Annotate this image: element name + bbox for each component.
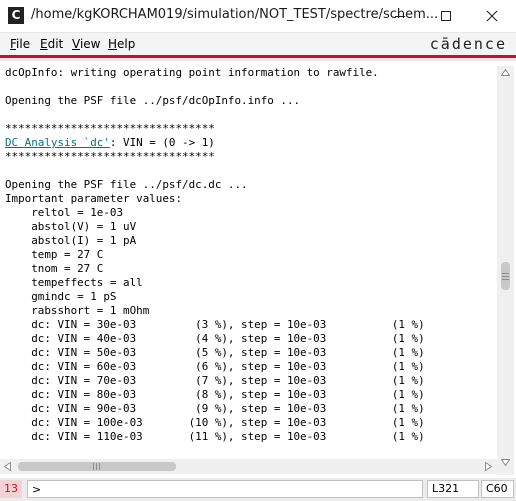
log-line: dc: VIN = 100e-03 (10 %), step = 10e-03 … bbox=[5, 416, 425, 429]
grip-line bbox=[502, 273, 509, 274]
minimize-button[interactable] bbox=[377, 0, 423, 32]
cadence-logo: cādence bbox=[429, 35, 507, 53]
log-line: ******************************** bbox=[5, 150, 215, 163]
log-line: abstol(V) = 1 uV bbox=[5, 220, 137, 233]
maximize-button[interactable] bbox=[423, 0, 469, 32]
title-bar: C /home/kgKORCHAM019/simulation/NOT_TEST… bbox=[0, 0, 516, 33]
log-line: abstol(I) = 1 pA bbox=[5, 234, 137, 247]
menu-view-mnemonic: V bbox=[72, 37, 80, 51]
log-line: tempeffects = all bbox=[5, 276, 143, 289]
log-line: ******************************** bbox=[5, 122, 215, 135]
log-line: dc: VIN = 50e-03 (5 %), step = 10e-03 (1… bbox=[5, 346, 425, 359]
close-button[interactable] bbox=[469, 0, 515, 32]
log-line: temp = 27 C bbox=[5, 248, 104, 261]
log-line: rabsshort = 1 mOhm bbox=[5, 304, 150, 317]
log-line: dc: VIN = 40e-03 (4 %), step = 10e-03 (1… bbox=[5, 332, 425, 345]
toolbar-divider bbox=[0, 58, 516, 61]
log-line: : VIN = (0 -> 1) bbox=[109, 136, 215, 149]
log-line: dcOpInfo: writing operating point inform… bbox=[5, 66, 379, 79]
log-line: Important parameter values: bbox=[5, 192, 183, 205]
menu-view-label: iew bbox=[79, 37, 101, 51]
menu-edit-mnemonic: E bbox=[40, 37, 48, 51]
menu-edit-label: dit bbox=[47, 37, 64, 51]
menu-bar: File Edit View Help cādence bbox=[0, 33, 516, 55]
maximize-icon bbox=[441, 11, 451, 21]
log-line: dc: VIN = 90e-03 (9 %), step = 10e-03 (1… bbox=[5, 402, 425, 415]
log-line: reltol = 1e-03 bbox=[5, 206, 124, 219]
log-output[interactable]: dcOpInfo: writing operating point inform… bbox=[0, 66, 497, 459]
log-line: dc: VIN = 60e-03 (6 %), step = 10e-03 (1… bbox=[5, 360, 425, 373]
log-line: Opening the PSF file ../psf/dcOpInfo.inf… bbox=[5, 94, 301, 107]
menu-help[interactable]: Help bbox=[108, 37, 135, 51]
cadence-c-icon[interactable]: C bbox=[8, 7, 24, 24]
log-line: dc: VIN = 30e-03 (3 %), step = 10e-03 (1… bbox=[5, 318, 425, 331]
scroll-right-icon[interactable] bbox=[485, 462, 492, 471]
column-position: C60 bbox=[481, 480, 514, 498]
menu-edit[interactable]: Edit bbox=[40, 37, 63, 51]
log-line: dc: VIN = 70e-03 (7 %), step = 10e-03 (1… bbox=[5, 374, 425, 387]
command-input[interactable]: > bbox=[27, 480, 423, 498]
grip-line bbox=[93, 463, 94, 470]
horizontal-scroll-thumb[interactable] bbox=[18, 462, 176, 471]
grip-line bbox=[502, 279, 509, 280]
grip-line bbox=[99, 463, 100, 470]
menu-help-mnemonic: H bbox=[108, 37, 118, 51]
scroll-up-icon[interactable] bbox=[501, 69, 510, 76]
menu-file-label: ile bbox=[16, 37, 31, 51]
minimize-icon bbox=[395, 16, 405, 17]
log-text: dcOpInfo: writing operating point inform… bbox=[0, 66, 497, 444]
scroll-down-icon[interactable] bbox=[501, 459, 510, 466]
dc-analysis-link[interactable]: DC Analysis `dc' bbox=[5, 136, 110, 149]
line-number-badge: 13 bbox=[0, 480, 22, 498]
close-icon bbox=[486, 10, 498, 22]
log-line: tnom = 27 C bbox=[5, 262, 104, 275]
grip-line bbox=[96, 463, 97, 470]
log-line: dc: VIN = 80e-03 (8 %), step = 10e-03 (1… bbox=[5, 388, 425, 401]
line-position: L321 bbox=[427, 480, 479, 498]
log-line: gmindc = 1 pS bbox=[5, 290, 117, 303]
log-line: Opening the PSF file ../psf/dc.dc ... bbox=[5, 178, 248, 191]
grip-line bbox=[502, 276, 509, 277]
scroll-left-icon[interactable] bbox=[4, 462, 11, 471]
menu-help-label: elp bbox=[117, 37, 136, 51]
menu-file[interactable]: File bbox=[10, 37, 30, 51]
menu-view[interactable]: View bbox=[72, 37, 100, 51]
log-line: dc: VIN = 110e-03 (11 %), step = 10e-03 … bbox=[5, 430, 425, 443]
